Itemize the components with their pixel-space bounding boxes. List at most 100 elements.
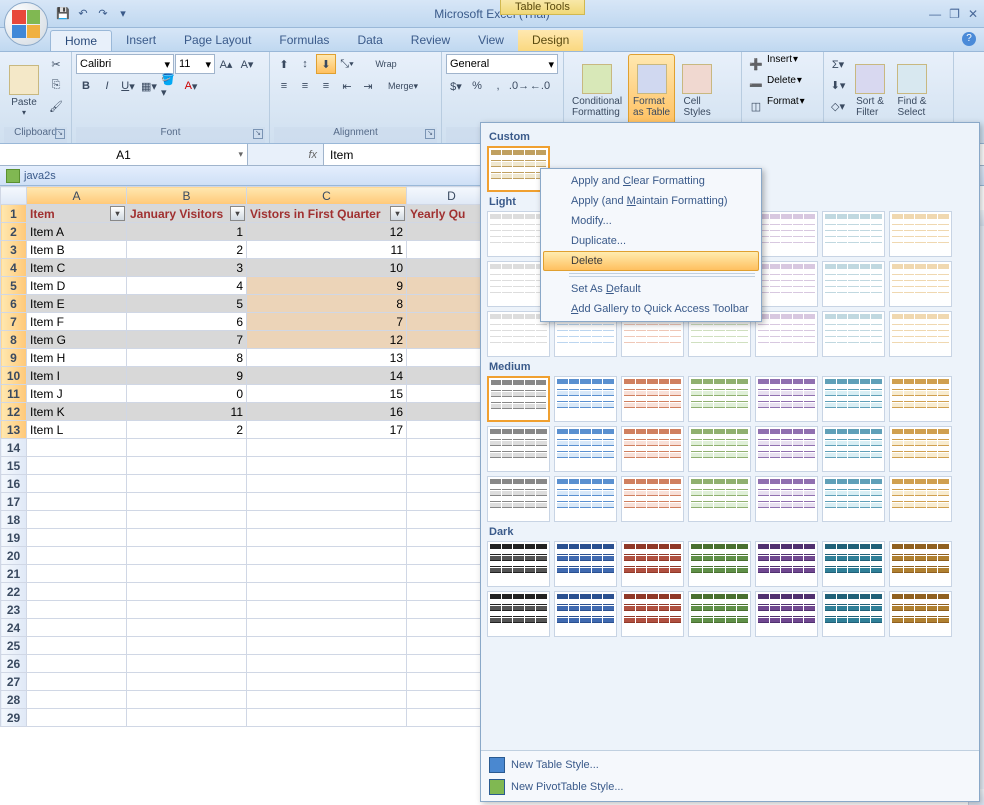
row-header[interactable]: 20 bbox=[1, 547, 27, 565]
cell[interactable] bbox=[27, 637, 127, 655]
cell[interactable] bbox=[127, 601, 247, 619]
cut-icon[interactable]: ✂ bbox=[46, 54, 66, 74]
new-pivottable-style-item[interactable]: New PivotTable Style... bbox=[489, 779, 971, 795]
cell[interactable] bbox=[27, 655, 127, 673]
cell[interactable] bbox=[127, 655, 247, 673]
sort-filter-button[interactable]: Sort & Filter bbox=[850, 54, 890, 127]
table-header-cell[interactable]: Vistors in First Quarter▾ bbox=[247, 205, 407, 223]
table-style-swatch[interactable] bbox=[822, 211, 885, 257]
qat-customize-icon[interactable]: ▾ bbox=[114, 5, 132, 23]
cell[interactable] bbox=[247, 475, 407, 493]
format-painter-icon[interactable]: 🖌 bbox=[46, 96, 66, 116]
cell[interactable]: 15 bbox=[247, 385, 407, 403]
row-header[interactable]: 16 bbox=[1, 475, 27, 493]
cell[interactable] bbox=[127, 511, 247, 529]
cell[interactable]: 8 bbox=[247, 295, 407, 313]
cell[interactable]: 5 bbox=[127, 295, 247, 313]
row-header[interactable]: 18 bbox=[1, 511, 27, 529]
row-header[interactable]: 14 bbox=[1, 439, 27, 457]
cell[interactable] bbox=[27, 583, 127, 601]
table-style-swatch[interactable] bbox=[889, 591, 952, 637]
cell[interactable] bbox=[27, 457, 127, 475]
row-header[interactable]: 28 bbox=[1, 691, 27, 709]
comma-format-icon[interactable]: , bbox=[488, 76, 508, 96]
cell[interactable] bbox=[127, 439, 247, 457]
minimize-button[interactable]: — bbox=[929, 7, 941, 21]
menu-item[interactable]: Modify... bbox=[543, 211, 759, 231]
table-style-swatch[interactable] bbox=[621, 376, 684, 422]
cell[interactable]: 12 bbox=[247, 331, 407, 349]
align-left-icon[interactable]: ≡ bbox=[274, 76, 294, 96]
table-style-swatch[interactable] bbox=[822, 311, 885, 357]
paste-button[interactable]: Paste▾ bbox=[4, 54, 44, 127]
cell[interactable] bbox=[27, 565, 127, 583]
cell[interactable] bbox=[247, 655, 407, 673]
cell[interactable]: Item G bbox=[27, 331, 127, 349]
row-header[interactable]: 15 bbox=[1, 457, 27, 475]
cell[interactable]: 7 bbox=[247, 313, 407, 331]
table-style-swatch[interactable] bbox=[621, 476, 684, 522]
tab-insert[interactable]: Insert bbox=[112, 30, 170, 51]
filter-dropdown-icon[interactable]: ▾ bbox=[230, 206, 245, 221]
row-header[interactable]: 1 bbox=[1, 205, 27, 223]
find-select-button[interactable]: Find & Select bbox=[892, 54, 932, 127]
table-style-swatch[interactable] bbox=[822, 591, 885, 637]
conditional-formatting-button[interactable]: Conditional Formatting bbox=[568, 54, 626, 127]
cell[interactable]: Item I bbox=[27, 367, 127, 385]
cell[interactable]: 2 bbox=[127, 421, 247, 439]
grow-font-icon[interactable]: A▴ bbox=[216, 54, 236, 74]
menu-item[interactable]: Add Gallery to Quick Access Toolbar bbox=[543, 299, 759, 319]
cell[interactable] bbox=[247, 601, 407, 619]
tab-view[interactable]: View bbox=[464, 30, 518, 51]
row-header[interactable]: 4 bbox=[1, 259, 27, 277]
copy-icon[interactable]: ⎘ bbox=[46, 75, 66, 95]
dialog-launcher-icon[interactable]: ↘ bbox=[425, 129, 435, 139]
row-header[interactable]: 9 bbox=[1, 349, 27, 367]
cell[interactable] bbox=[27, 673, 127, 691]
cell[interactable] bbox=[247, 673, 407, 691]
row-header[interactable]: 22 bbox=[1, 583, 27, 601]
cell[interactable]: Item F bbox=[27, 313, 127, 331]
column-header[interactable]: A bbox=[27, 187, 127, 205]
cell[interactable] bbox=[247, 583, 407, 601]
table-style-swatch[interactable] bbox=[822, 541, 885, 587]
increase-indent-icon[interactable]: ⇥ bbox=[358, 76, 378, 96]
cell[interactable] bbox=[27, 439, 127, 457]
cell[interactable] bbox=[127, 565, 247, 583]
table-style-swatch[interactable] bbox=[822, 476, 885, 522]
column-header[interactable]: B bbox=[127, 187, 247, 205]
row-header[interactable]: 23 bbox=[1, 601, 27, 619]
bold-button[interactable]: B bbox=[76, 76, 96, 96]
accounting-format-icon[interactable]: $▾ bbox=[446, 76, 466, 96]
row-header[interactable]: 13 bbox=[1, 421, 27, 439]
align-center-icon[interactable]: ≡ bbox=[295, 76, 315, 96]
cell[interactable] bbox=[247, 439, 407, 457]
table-style-swatch[interactable] bbox=[487, 591, 550, 637]
fill-color-button[interactable]: 🪣▾ bbox=[160, 76, 180, 96]
table-style-swatch[interactable] bbox=[889, 376, 952, 422]
row-header[interactable]: 10 bbox=[1, 367, 27, 385]
cell[interactable] bbox=[127, 691, 247, 709]
cell[interactable]: Item H bbox=[27, 349, 127, 367]
table-style-swatch[interactable] bbox=[487, 541, 550, 587]
delete-cells-button[interactable]: ➖Delete▾ bbox=[746, 75, 819, 95]
cell[interactable] bbox=[127, 673, 247, 691]
fill-icon[interactable]: ⬇▾ bbox=[828, 75, 848, 95]
cell[interactable]: 6 bbox=[127, 313, 247, 331]
cell[interactable]: 8 bbox=[127, 349, 247, 367]
cell[interactable] bbox=[247, 637, 407, 655]
table-style-swatch[interactable] bbox=[889, 541, 952, 587]
align-right-icon[interactable]: ≡ bbox=[316, 76, 336, 96]
clear-icon[interactable]: ◇▾ bbox=[828, 96, 848, 116]
cell[interactable]: 16 bbox=[247, 403, 407, 421]
cell[interactable] bbox=[27, 529, 127, 547]
insert-cells-button[interactable]: ➕Insert▾ bbox=[746, 54, 819, 74]
shrink-font-icon[interactable]: A▾ bbox=[237, 54, 257, 74]
cell[interactable] bbox=[247, 691, 407, 709]
table-style-swatch[interactable] bbox=[755, 476, 818, 522]
cell[interactable]: 12 bbox=[247, 223, 407, 241]
table-style-swatch[interactable] bbox=[755, 426, 818, 472]
table-style-swatch[interactable] bbox=[688, 426, 751, 472]
cell[interactable] bbox=[27, 709, 127, 727]
font-name-combo[interactable]: Calibri▾ bbox=[76, 54, 174, 74]
